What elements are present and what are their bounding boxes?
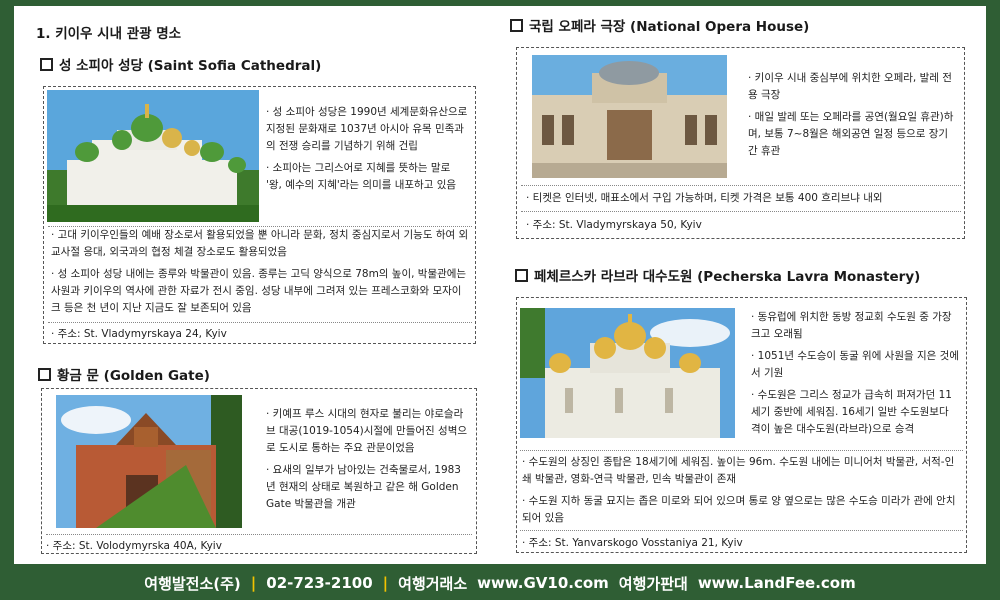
bullet-text: · 성 소피아 성당은 1990년 세계문화유산으로 지정된 문화재로 1037…	[266, 106, 468, 152]
lavra-heading-text: 페체르스카 라브라 대수도원 (Pecherska Lavra Monaster…	[534, 269, 921, 285]
lavra-side-bullets: · 동유럽에 위치한 동방 정교회 수도원 중 가장 크고 오래됨 · 1051…	[751, 309, 959, 443]
separator: |	[250, 574, 257, 592]
section-heading-golden-gate: 황금 문 (Golden Gate)	[38, 364, 210, 384]
bullet-text: · 수도원은 그리스 정교가 급속히 퍼져가던 11세기 중반에 세워짐. 16…	[751, 389, 952, 435]
divider	[46, 534, 472, 535]
opera-address: · 주소: St. Vladymyrskaya 50, Kyiv	[526, 219, 702, 231]
separator: |	[382, 574, 389, 592]
site1-link[interactable]: www.GV10.com	[477, 574, 609, 592]
divider	[520, 530, 963, 531]
opera-house-photo	[532, 55, 727, 178]
golden-gate-photo	[56, 395, 242, 528]
bullet-text: · 키이우 시내 중심부에 위치한 오페라, 발레 전용 극장	[748, 72, 952, 101]
company-name: 여행발전소(주)	[144, 574, 241, 593]
site2-link[interactable]: www.LandFee.com	[698, 574, 856, 592]
bullet-text: · 소피아는 그리스어로 지혜를 뜻하는 말로 '왕, 예수의 지혜'라는 의미…	[266, 162, 457, 191]
bullet-text: · 1051년 수도승이 동굴 위에 사원을 지은 것에서 기원	[751, 350, 959, 379]
bullet-text: · 고대 키이우인들의 예배 장소로서 활용되었을 뿐 아니라 문화, 정치 중…	[51, 229, 469, 258]
lavra-monastery-photo	[520, 308, 735, 438]
bullet-text: · 수도원의 상징인 종탑은 18세기에 세워짐. 높이는 96m. 수도원 내…	[522, 456, 955, 485]
footer-bar: 여행발전소(주) | 02-723-2100 | 여행거래소 www.GV10.…	[0, 566, 1000, 600]
opera-heading-text: 국립 오페라 극장 (National Opera House)	[529, 19, 810, 35]
lavra-address: · 주소: St. Yanvarskogo Vosstaniya 21, Kyi…	[522, 537, 743, 549]
opera-side-bullets: · 키이우 시내 중심부에 위치한 오페라, 발레 전용 극장 · 매일 발레 …	[748, 70, 956, 165]
golden-side-bullets: · 키예프 루스 시대의 현자로 불리는 야로슬라브 대공(1019-1054)…	[266, 406, 470, 518]
golden-heading-text: 황금 문 (Golden Gate)	[57, 368, 210, 384]
golden-address: · 주소: St. Volodymyrska 40A, Kyiv	[46, 540, 222, 552]
checkbox-icon	[38, 367, 51, 381]
sofia-heading-text: 성 소피아 성당 (Saint Sofia Cathedral)	[59, 58, 322, 74]
divider	[520, 450, 963, 451]
sofia-full-bullets: · 고대 키이우인들의 예배 장소로서 활용되었을 뿐 아니라 문화, 정치 중…	[51, 227, 469, 322]
checkbox-icon	[515, 268, 528, 282]
lavra-full-bullets: · 수도원의 상징인 종탑은 18세기에 세워짐. 높이는 96m. 수도원 내…	[522, 454, 960, 532]
bullet-text: · 동유럽에 위치한 동방 정교회 수도원 중 가장 크고 오래됨	[751, 311, 952, 340]
sofia-address: · 주소: St. Vladymyrskaya 24, Kyiv	[51, 328, 227, 340]
site1-label: 여행거래소	[398, 574, 468, 593]
bullet-text: · 요새의 일부가 남아있는 건축물로서, 1983년 현재의 상태로 복원하고…	[266, 464, 461, 510]
section-heading-lavra: 페체르스카 라브라 대수도원 (Pecherska Lavra Monaster…	[515, 265, 920, 285]
sofia-cathedral-photo	[47, 90, 259, 222]
divider	[48, 322, 472, 323]
section-heading-sofia: 성 소피아 성당 (Saint Sofia Cathedral)	[40, 54, 321, 74]
bullet-text: · 수도원 지하 동굴 묘지는 좁은 미로와 되어 있으며 통로 양 옆으로는 …	[522, 495, 956, 524]
phone-number: 02-723-2100	[266, 574, 373, 592]
bullet-text: · 매일 발레 또는 오페라를 공연(월요일 휴관)하며, 보통 7~8월은 해…	[748, 111, 954, 157]
document-title: 1. 키이우 시내 관광 명소	[36, 26, 182, 42]
divider	[521, 211, 961, 212]
sofia-side-bullets: · 성 소피아 성당은 1990년 세계문화유산으로 지정된 문화재로 1037…	[266, 104, 468, 199]
bullet-text: · 성 소피아 성당 내에는 종루와 박물관이 있음. 종루는 고딕 양식으로 …	[51, 268, 467, 314]
checkbox-icon	[510, 18, 523, 32]
section-heading-opera: 국립 오페라 극장 (National Opera House)	[510, 15, 809, 35]
site2-label: 여행가판대	[618, 574, 688, 593]
checkbox-icon	[40, 57, 53, 71]
opera-full-bullets: · 티켓은 인터넷, 매표소에서 구입 가능하며, 티켓 가격은 보통 400 …	[526, 190, 958, 212]
bullet-text: · 티켓은 인터넷, 매표소에서 구입 가능하며, 티켓 가격은 보통 400 …	[526, 192, 883, 204]
divider	[521, 185, 961, 186]
bullet-text: · 키예프 루스 시대의 현자로 불리는 야로슬라브 대공(1019-1054)…	[266, 408, 468, 454]
